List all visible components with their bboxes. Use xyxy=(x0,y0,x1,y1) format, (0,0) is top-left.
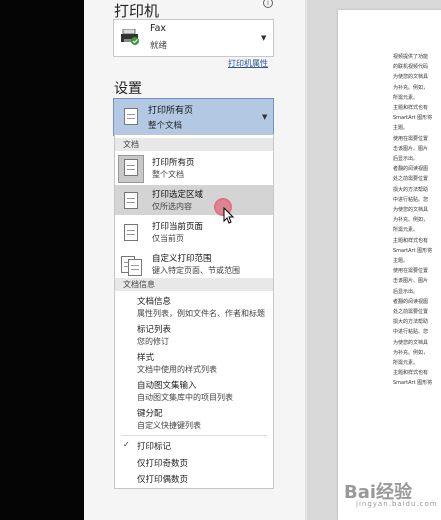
preview-text-line: 所需元素。 xyxy=(393,360,419,366)
menu-item-title: 键分配 xyxy=(137,409,163,419)
section-header-document-info: 文档信息 xyxy=(115,278,273,291)
preview-text-line: 主题和样式也有 xyxy=(393,370,429,377)
preview-text-line: 为补充。例如， xyxy=(393,217,429,224)
preview-text-line: 主题和样式也有 xyxy=(393,105,429,111)
preview-text-line: 主题。 xyxy=(393,258,409,264)
preview-text-line: 视频提供了功能 xyxy=(393,54,429,60)
preview-text-line: 处之前需要位置 xyxy=(393,176,429,183)
document-current-icon xyxy=(124,224,138,241)
preview-text-line: 为补充。例如， xyxy=(393,349,429,356)
preview-text-line: 处之前需要位置 xyxy=(393,309,429,315)
print-range-sub: 整个文档 xyxy=(148,121,183,131)
preview-text-line: 中进行粘贴。您 xyxy=(393,196,429,203)
preview-text-line: 的联机视频代码 xyxy=(393,64,429,71)
preview-text-line: 主题和样式也有 xyxy=(393,237,429,244)
menu-option-label: 仅打印偶数页 xyxy=(137,475,189,485)
preview-text-line: 后显示出。 xyxy=(393,288,419,295)
print-range-dropdown[interactable]: 打印所有页 整个文档 ▼ xyxy=(113,98,274,136)
preview-page[interactable]: 视频提供了功能 的联机视频代码 为使您的文档具 为补充。例如， 所需元素。 主题和样式也有… xyxy=(338,10,441,520)
menu-item-sub: 自定义快捷键列表 xyxy=(137,421,201,430)
black-margin xyxy=(0,0,84,520)
preview-text-line: 所需元素。 xyxy=(393,227,419,234)
preview-text-line: 所需元素。 xyxy=(393,94,419,101)
printer-properties-link[interactable]: 打印机属性 xyxy=(228,58,268,69)
menu-item-sub: 文档中使用的样式列表 xyxy=(137,365,217,374)
chevron-down-icon: ▼ xyxy=(262,113,268,121)
menu-item-title: 打印选定区域 xyxy=(152,190,204,200)
preview-text-line: 者翻的阅读视图 xyxy=(393,298,429,305)
menu-item-sub: 仅当前页 xyxy=(152,234,184,243)
menu-option-print-markup[interactable]: ✓ 打印标记 xyxy=(115,438,273,454)
menu-item-print-all[interactable]: 打印所有页 整个文档 xyxy=(115,153,273,183)
menu-item-title: 样式 xyxy=(137,353,155,363)
document-selection-icon xyxy=(124,192,138,209)
menu-item-sub: 整个文档 xyxy=(152,170,184,179)
menu-item-custom-range[interactable]: 自定义打印范围 键入特定页面、节或范围 xyxy=(115,249,273,279)
preview-text-line: 为使您的文档具 xyxy=(393,339,429,346)
document-icon xyxy=(124,159,138,176)
menu-item-title: 打印当前页面 xyxy=(152,222,204,232)
preview-text-line: 使用在需要位置 xyxy=(393,135,429,142)
menu-separator xyxy=(121,435,267,436)
printer-select[interactable]: Fax 就绪 ▼ xyxy=(113,19,274,57)
printer-status: 就绪 xyxy=(150,41,168,51)
printer-heading: 打印机 xyxy=(114,2,160,20)
menu-item-document-info[interactable]: 文档信息 属性列表，例如文件名、作者和标题 xyxy=(115,293,273,321)
printer-name: Fax xyxy=(150,23,167,34)
menu-item-styles[interactable]: 样式 文档中使用的样式列表 xyxy=(115,349,273,377)
preview-text-line: 使用在需要位置 xyxy=(393,268,429,275)
section-header-document: 文档 xyxy=(115,138,273,151)
menu-item-sub: 自动图文集库中的项目列表 xyxy=(137,393,233,402)
watermark-url: jingyan.baidu.com xyxy=(356,500,438,508)
settings-heading: 设置 xyxy=(114,81,142,97)
menu-item-print-current[interactable]: 打印当前页面 仅当前页 xyxy=(115,217,273,247)
menu-item-sub: 仅所选内容 xyxy=(152,202,192,211)
menu-option-label: 打印标记 xyxy=(137,442,172,452)
preview-text-line: 主题。 xyxy=(393,125,409,132)
menu-item-title: 自定义打印范围 xyxy=(152,254,212,264)
menu-item-title: 自动图文集输入 xyxy=(137,381,197,391)
preview-text-line: 击该图片。图片 xyxy=(393,278,429,285)
preview-text-line: 后显示出。 xyxy=(393,156,419,162)
menu-item-title: 打印所有页 xyxy=(152,158,195,168)
menu-item-autotext[interactable]: 自动图文集输入 自动图文集库中的项目列表 xyxy=(115,377,273,405)
checkmark-icon: ✓ xyxy=(123,440,130,449)
print-range-menu: 文档 打印所有页 整个文档 打印选定区域 仅所选内容 打印当前页面 仅当前页 自… xyxy=(114,134,274,489)
preview-text-line: 击该图片。图片 xyxy=(393,145,429,152)
menu-item-sub: 键入特定页面、节或范围 xyxy=(152,266,240,275)
print-range-label: 打印所有页 xyxy=(148,106,194,116)
preview-text-line: SmartArt 图形将 xyxy=(393,115,433,122)
mouse-cursor-icon xyxy=(223,207,235,224)
document-custom-icon xyxy=(128,259,142,276)
menu-item-markup-list[interactable]: 标记列表 您的修订 xyxy=(115,321,273,349)
preview-text-line: SmartArt 图形将 xyxy=(393,247,433,254)
document-icon xyxy=(124,108,138,125)
preview-text-line: 为使您的文档具 xyxy=(393,74,429,81)
menu-option-even-pages[interactable]: 仅打印偶数页 xyxy=(115,471,273,487)
preview-text-line: 者翻的阅读视图 xyxy=(393,166,429,173)
menu-item-title: 文档信息 xyxy=(137,297,172,307)
menu-item-print-selection[interactable]: 打印选定区域 仅所选内容 xyxy=(115,185,273,215)
preview-text-line: SmartArt 图形将 xyxy=(393,380,433,387)
fax-printer-icon xyxy=(121,29,139,45)
preview-text-line: 中进行粘贴。您 xyxy=(393,329,429,336)
menu-option-label: 仅打印奇数页 xyxy=(137,459,189,469)
menu-item-sub: 属性列表，例如文件名、作者和标题 xyxy=(137,309,265,318)
menu-option-odd-pages[interactable]: 仅打印奇数页 xyxy=(115,455,273,471)
preview-text-line: 损大的方法帮助 xyxy=(393,319,429,326)
menu-item-sub: 您的修订 xyxy=(137,337,169,346)
menu-item-title: 标记列表 xyxy=(137,325,172,335)
menu-item-key-assignments[interactable]: 键分配 自定义快捷键列表 xyxy=(115,405,273,433)
preview-text-line: 为补充。例如， xyxy=(393,84,429,91)
chevron-down-icon: ▼ xyxy=(261,34,267,42)
preview-text-line: 为使您的文档具 xyxy=(393,207,429,213)
preview-text-line: 损大的方法帮助 xyxy=(393,186,429,193)
